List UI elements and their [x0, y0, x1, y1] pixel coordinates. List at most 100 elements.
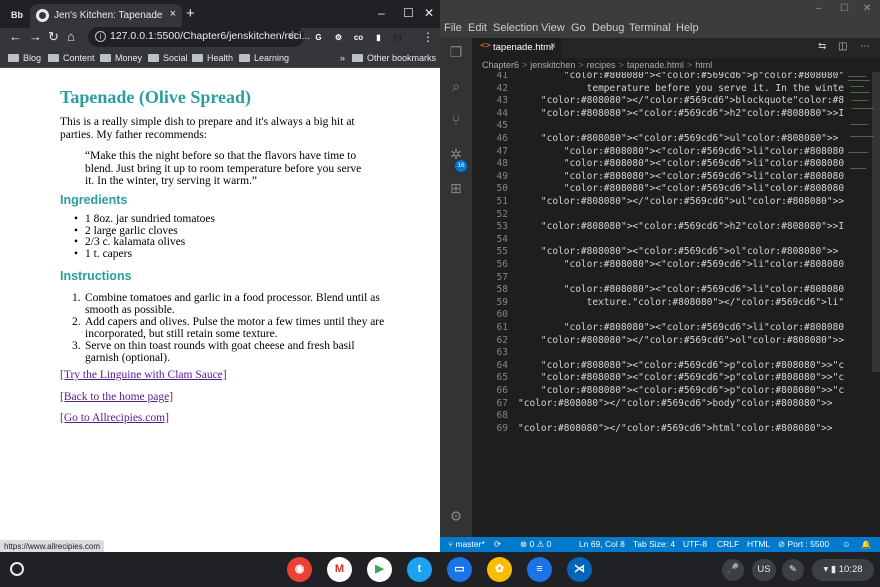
- settings-gear-icon[interactable]: ⚙: [448, 508, 464, 524]
- search-icon[interactable]: ⌕: [448, 78, 464, 94]
- code-line[interactable]: 52: [472, 209, 852, 222]
- status-tray[interactable]: ▾ ▮ 10:28: [812, 559, 874, 581]
- close-icon[interactable]: ×: [170, 8, 176, 20]
- code-line[interactable]: 53 "color:#808080"><"color:#569cd6">h2"c…: [472, 221, 852, 234]
- breadcrumb-item[interactable]: Chapter6: [482, 60, 519, 70]
- microphone-icon[interactable]: 🎤: [722, 559, 744, 581]
- code-line[interactable]: 47 "color:#808080"><"color:#569cd6">li"c…: [472, 146, 852, 159]
- tab-tapenade[interactable]: Jen's Kitchen: Tapenade (Olive S ×: [30, 4, 182, 28]
- menu-terminal[interactable]: Terminal: [629, 21, 671, 35]
- scrollbar[interactable]: [872, 72, 880, 372]
- tab-tapenade-html[interactable]: <> tapenade.html ×: [472, 38, 562, 58]
- menu-view[interactable]: View: [541, 21, 565, 35]
- breadcrumb-item[interactable]: jenskitchen: [530, 60, 575, 70]
- bookmark-folder[interactable]: Money: [100, 52, 142, 64]
- menu-selection[interactable]: Selection: [493, 21, 538, 35]
- minimize-icon[interactable]: –: [816, 3, 822, 14]
- maximize-icon[interactable]: ☐: [840, 3, 849, 14]
- link-linguine[interactable]: [Try the Linguine with Clam Sauce]: [60, 369, 227, 381]
- breadcrumb-item[interactable]: html: [695, 60, 712, 70]
- menu-edit[interactable]: Edit: [468, 21, 487, 35]
- sync-icon[interactable]: ⟳: [494, 537, 501, 552]
- explorer-icon[interactable]: ❐: [448, 44, 464, 60]
- window-close-icon[interactable]: ✕: [863, 3, 871, 14]
- bookmarks-overflow-icon[interactable]: »: [340, 52, 345, 64]
- menu-debug[interactable]: Debug: [592, 21, 624, 35]
- address-bar[interactable]: i 127.0.0.1:5500/Chapter6/jenskitchen/re…: [88, 27, 310, 47]
- feedback-icon[interactable]: ☺: [842, 537, 851, 552]
- code-line[interactable]: 59 texture."color:#808080"></"color:#569…: [472, 297, 852, 310]
- gmail-icon[interactable]: M: [327, 557, 352, 582]
- tab-size[interactable]: Tab Size: 4: [633, 537, 675, 552]
- encoding[interactable]: UTF-8: [683, 537, 707, 552]
- code-line[interactable]: 45: [472, 120, 852, 133]
- back-icon[interactable]: ←: [9, 28, 22, 46]
- photos-icon[interactable]: ✿: [487, 557, 512, 582]
- code-line[interactable]: 56 "color:#808080"><"color:#569cd6">li"c…: [472, 259, 852, 272]
- link-allrecipies[interactable]: [Go to Allrecipies.com]: [60, 412, 169, 424]
- language-mode[interactable]: HTML: [747, 537, 770, 552]
- breadcrumb-item[interactable]: recipes: [587, 60, 616, 70]
- code-line[interactable]: 49 "color:#808080"><"color:#569cd6">li"c…: [472, 171, 852, 184]
- notifications-bell-icon[interactable]: 🔔: [861, 537, 871, 552]
- code-line[interactable]: 44 "color:#808080"><"color:#569cd6">h2"c…: [472, 108, 852, 121]
- minimize-icon[interactable]: –: [378, 6, 385, 20]
- split-editor-icon[interactable]: ◫: [838, 41, 847, 52]
- vscode-icon[interactable]: ⋊: [567, 557, 592, 582]
- code-line[interactable]: 55 "color:#808080"><"color:#569cd6">ol"c…: [472, 246, 852, 259]
- breadcrumb-item[interactable]: tapenade.html: [627, 60, 684, 70]
- code-line[interactable]: 69 "color:#808080"></"color:#569cd6">html…: [472, 423, 852, 436]
- problems-indicator[interactable]: ⊗ 0 ⚠ 0: [520, 537, 551, 552]
- code-line[interactable]: 60: [472, 309, 852, 322]
- grammarly-icon[interactable]: G: [311, 30, 326, 45]
- chrome-icon[interactable]: ◉: [287, 557, 312, 582]
- code-line[interactable]: 48 "color:#808080"><"color:#569cd6">li"c…: [472, 158, 852, 171]
- code-line[interactable]: 65 "color:#808080"><"color:#569cd6">p"co…: [472, 372, 852, 385]
- line-ending[interactable]: CRLF: [717, 537, 739, 552]
- extension-icon[interactable]: ▮: [371, 30, 386, 45]
- url-text[interactable]: 127.0.0.1:5500/Chapter6/jenskitchen/reci…: [110, 30, 310, 42]
- new-tab-button[interactable]: +: [186, 6, 195, 22]
- launcher-icon[interactable]: [10, 562, 24, 576]
- maximize-icon[interactable]: ☐: [403, 6, 414, 20]
- extension-icon[interactable]: co: [351, 30, 366, 45]
- code-line[interactable]: 51 "color:#808080"></"color:#569cd6">ul"…: [472, 196, 852, 209]
- menu-icon[interactable]: ⋮: [422, 30, 434, 44]
- code-line[interactable]: 46 "color:#808080"><"color:#569cd6">ul"c…: [472, 133, 852, 146]
- cursor-position[interactable]: Ln 69, Col 8: [579, 537, 625, 552]
- branch-indicator[interactable]: ⑂ master*: [448, 537, 485, 552]
- reload-icon[interactable]: ↻: [48, 28, 59, 46]
- link-home[interactable]: [Back to the home page]: [60, 391, 173, 403]
- code-line[interactable]: 63: [472, 347, 852, 360]
- code-line[interactable]: 42 temperature before you serve it. In t…: [472, 83, 852, 96]
- menu-go[interactable]: Go: [571, 21, 586, 35]
- code-line[interactable]: 66 "color:#808080"><"color:#569cd6">p"co…: [472, 385, 852, 398]
- code-line[interactable]: 50 "color:#808080"><"color:#569cd6">li"c…: [472, 183, 852, 196]
- extensions-icon[interactable]: ⊞: [448, 180, 464, 196]
- bookmark-folder[interactable]: Learning: [239, 52, 289, 64]
- live-server-port[interactable]: ⊘ Port : 5500: [778, 537, 829, 552]
- code-line[interactable]: 68: [472, 410, 852, 423]
- twitter-icon[interactable]: t: [407, 557, 432, 582]
- menu-help[interactable]: Help: [676, 21, 699, 35]
- info-icon[interactable]: i: [95, 31, 106, 42]
- home-icon[interactable]: ⌂: [67, 28, 75, 46]
- ime-indicator[interactable]: US: [752, 559, 776, 581]
- extension-icon[interactable]: (•): [390, 30, 405, 45]
- code-line[interactable]: 43 "color:#808080"></"color:#569cd6">blo…: [472, 95, 852, 108]
- code-line[interactable]: 54: [472, 234, 852, 247]
- code-line[interactable]: 57: [472, 272, 852, 285]
- files-icon[interactable]: ▭: [447, 557, 472, 582]
- code-line[interactable]: 67 "color:#808080"></"color:#569cd6">body…: [472, 398, 852, 411]
- messages-icon[interactable]: ≡: [527, 557, 552, 582]
- close-icon[interactable]: ×: [550, 41, 556, 52]
- source-control-icon[interactable]: ⑂: [448, 112, 464, 128]
- code-line[interactable]: 62 "color:#808080"></"color:#569cd6">ol"…: [472, 335, 852, 348]
- bookmark-folder[interactable]: Health: [192, 52, 233, 64]
- menu-file[interactable]: File: [444, 21, 462, 35]
- code-line[interactable]: 41 "color:#808080"><"color:#569cd6">p"co…: [472, 72, 852, 83]
- forward-icon[interactable]: →: [29, 28, 42, 46]
- extension-icon[interactable]: ⚙: [331, 30, 346, 45]
- code-line[interactable]: 61 "color:#808080"><"color:#569cd6">li"c…: [472, 322, 852, 335]
- code-line[interactable]: 58 "color:#808080"><"color:#569cd6">li"c…: [472, 284, 852, 297]
